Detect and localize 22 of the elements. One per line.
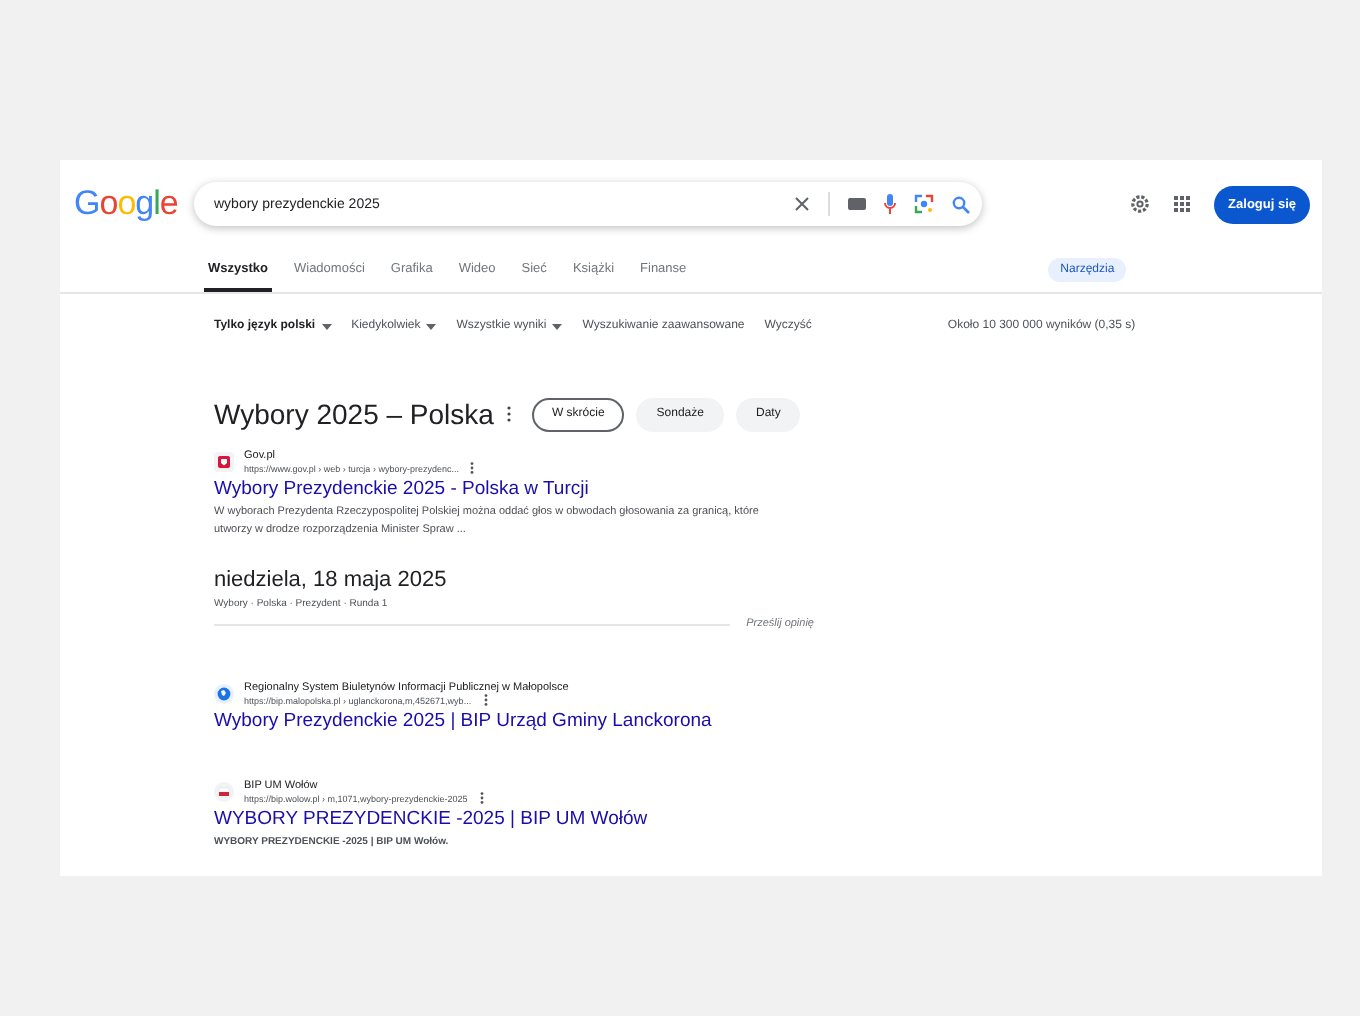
more-options-icon[interactable] (505, 406, 512, 422)
flag-icon (214, 782, 234, 802)
date-heading: niedziela, 18 maja 2025 (214, 568, 449, 592)
caret-icon (426, 323, 437, 329)
result-title-link[interactable]: Wybory Prezydenckie 2025 | BIP Urząd Gminy Lanckorona (214, 710, 814, 732)
search-icon[interactable] (952, 195, 970, 213)
caret-icon (552, 323, 563, 329)
more-options-icon[interactable] (479, 792, 484, 804)
close-icon[interactable] (794, 196, 810, 212)
result-title-link[interactable]: WYBORY PREZYDENCKIE -2025 | BIP UM Wołów (214, 808, 814, 830)
globe-icon (214, 684, 234, 704)
caret-icon (321, 323, 332, 329)
result-title-link[interactable]: Wybory Prezydenckie 2025 - Polska w Turcji (214, 478, 814, 500)
settings-icon[interactable] (1130, 194, 1151, 214)
more-options-icon[interactable] (470, 462, 475, 474)
more-options-icon[interactable] (483, 694, 488, 706)
apps-grid-icon[interactable] (1174, 196, 1191, 212)
microphone-icon[interactable] (884, 194, 896, 214)
panel-title: Wybory 2025 – Polska (214, 398, 494, 430)
emblem-icon (214, 452, 234, 472)
camera-lens-icon[interactable] (914, 194, 934, 214)
logo[interactable]: Google (74, 184, 194, 224)
